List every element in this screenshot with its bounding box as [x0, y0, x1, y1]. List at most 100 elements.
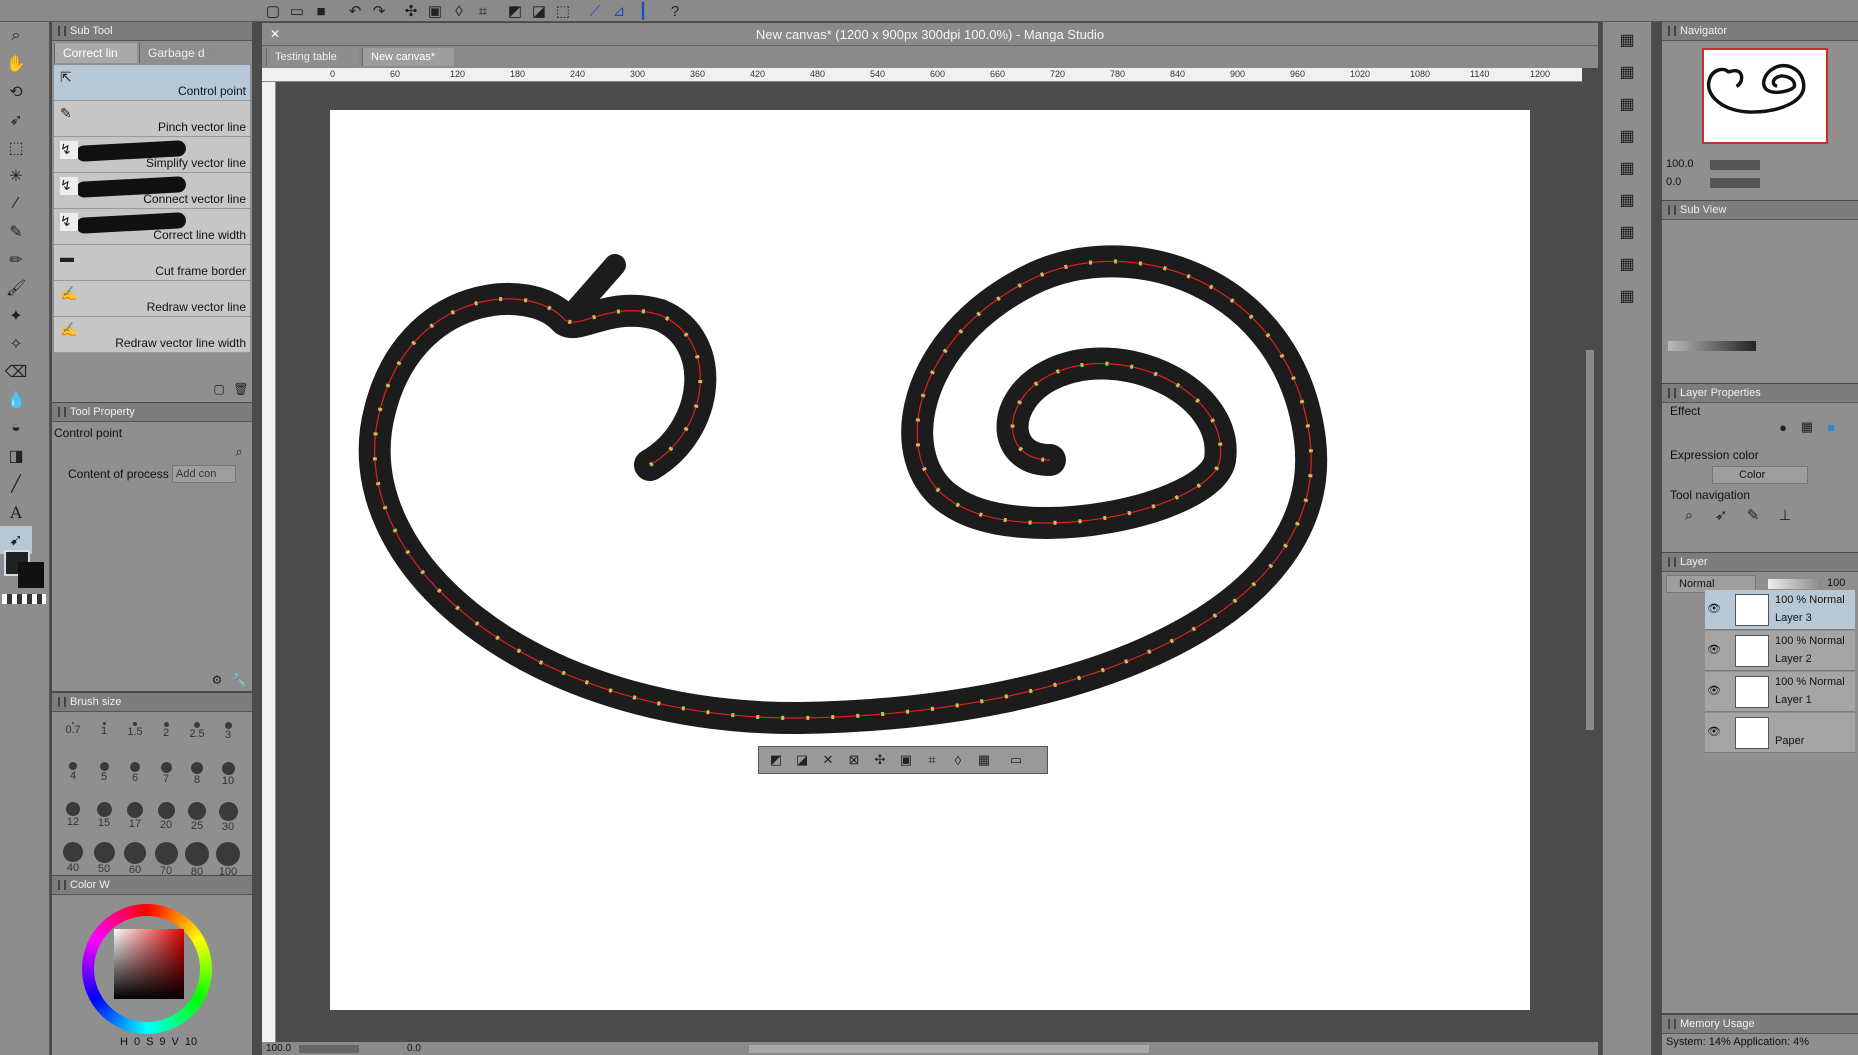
- gradient-icon[interactable]: ◨: [0, 442, 32, 470]
- add-subtool-icon[interactable]: ▢: [208, 378, 230, 400]
- navigator-zoom-slider[interactable]: [1710, 160, 1760, 170]
- layer-row[interactable]: 👁 100 % Normal Layer 2: [1705, 631, 1855, 671]
- expand-icon[interactable]: ✣: [869, 749, 891, 771]
- eye-icon[interactable]: 👁: [1707, 725, 1721, 738]
- text-tool-icon[interactable]: A: [0, 498, 32, 526]
- brush-size-cell[interactable]: 4: [58, 762, 88, 782]
- save-icon[interactable]: ■: [310, 0, 332, 22]
- fill-selection-icon[interactable]: ◪: [791, 749, 813, 771]
- tab-new-canvas[interactable]: New canvas*: [362, 48, 454, 66]
- navigator-angle[interactable]: 0.0: [1666, 176, 1681, 188]
- palette-toggle-icon[interactable]: ▦: [1611, 186, 1643, 214]
- brush-size-cell[interactable]: 1.5: [120, 722, 150, 738]
- tab-testing-table[interactable]: Testing table: [266, 48, 358, 66]
- line-tool-icon[interactable]: ╱: [0, 470, 32, 498]
- undo-icon[interactable]: ↶: [344, 0, 366, 22]
- scale-selection-icon[interactable]: ▣: [895, 749, 917, 771]
- subtool-item-redraw-width[interactable]: ✍ Redraw vector line width: [54, 317, 250, 353]
- brush-tool-icon[interactable]: 🖌: [0, 274, 32, 302]
- color-square[interactable]: [114, 929, 184, 999]
- brush-size-cell[interactable]: 7: [151, 762, 181, 785]
- subtool-item-redraw[interactable]: ✍ Redraw vector line: [54, 281, 250, 317]
- rotate-tool-icon[interactable]: ⟲: [0, 78, 32, 106]
- transform-selection-icon[interactable]: ⌗: [921, 749, 943, 771]
- subtool-item-pinch[interactable]: ✎ Pinch vector line: [54, 101, 250, 137]
- pencil-tool-icon[interactable]: ✏: [0, 246, 32, 274]
- palette-toggle-icon[interactable]: ▦: [1611, 26, 1643, 54]
- magic-wand-icon[interactable]: ✳: [0, 162, 32, 190]
- layer-row[interactable]: 👁 100 % Normal Layer 3: [1705, 590, 1855, 630]
- nav-tool-icon[interactable]: ⌕: [1678, 504, 1700, 526]
- brush-size-cell[interactable]: 20: [151, 802, 181, 831]
- brush-size-cell[interactable]: 70: [151, 842, 181, 877]
- eraser-tool-icon[interactable]: ◊: [448, 0, 470, 22]
- brush-size-cell[interactable]: 60: [120, 842, 150, 876]
- vector-snap-icon[interactable]: ⟋: [584, 0, 606, 22]
- pen-snap-icon[interactable]: ┃: [632, 0, 654, 22]
- palette-toggle-icon[interactable]: ▦: [1611, 122, 1643, 150]
- brush-size-cell[interactable]: 2: [151, 722, 181, 739]
- new-file-icon[interactable]: ▢: [262, 0, 284, 22]
- eye-icon[interactable]: 👁: [1707, 602, 1721, 615]
- brush-size-cell[interactable]: 17: [120, 802, 150, 830]
- transform-icon[interactable]: ✣: [400, 0, 422, 22]
- opacity-value[interactable]: 100: [1827, 577, 1845, 589]
- palette-toggle-icon[interactable]: ▦: [1611, 218, 1643, 246]
- brush-size-cell[interactable]: 1: [89, 722, 119, 737]
- redo-icon[interactable]: ↷: [368, 0, 390, 22]
- layer-row[interactable]: 👁 100 % Normal Layer 1: [1705, 672, 1855, 712]
- navigator-angle-slider[interactable]: [1710, 178, 1760, 188]
- subview-slider[interactable]: [1668, 341, 1756, 351]
- tone-effect-icon[interactable]: ▦: [1796, 416, 1818, 438]
- selection-tool-icon[interactable]: ⬚: [0, 134, 32, 162]
- subtool-item-simplify[interactable]: ↯ Simplify vector line: [54, 137, 250, 173]
- eyedropper-icon[interactable]: ⁄: [0, 190, 32, 218]
- erase-outside-icon[interactable]: ◊: [947, 749, 969, 771]
- nav-tool-icon[interactable]: ✎: [1742, 504, 1764, 526]
- tab-garbage[interactable]: Garbage d: [139, 43, 222, 63]
- subtool-item-connect[interactable]: ↯ Connect vector line: [54, 173, 250, 209]
- deselect-icon[interactable]: ✕: [817, 749, 839, 771]
- settings-bar-icon[interactable]: ▭: [1005, 749, 1027, 771]
- magnify-icon[interactable]: ⌕: [228, 441, 250, 463]
- eye-icon[interactable]: 👁: [1707, 684, 1721, 697]
- brush-size-cell[interactable]: 3: [213, 722, 243, 741]
- nav-tool-icon[interactable]: ➶: [1710, 504, 1732, 526]
- palette-toggle-icon[interactable]: ▦: [1611, 250, 1643, 278]
- zoom-readout[interactable]: 100.0: [266, 1043, 291, 1054]
- navigator-zoom[interactable]: 100.0: [1666, 158, 1694, 170]
- fill-bucket-icon[interactable]: ◒: [0, 414, 32, 442]
- invert-icon[interactable]: ⊠: [843, 749, 865, 771]
- tab-correct-line[interactable]: Correct lin: [54, 43, 137, 63]
- transparent-swatch[interactable]: [2, 594, 46, 604]
- object-tool-icon[interactable]: ➶: [0, 106, 32, 134]
- content-process-select[interactable]: Add con: [172, 465, 236, 483]
- close-canvas-icon[interactable]: ✕: [264, 23, 286, 45]
- brush-size-cell[interactable]: 30: [213, 802, 243, 833]
- layer-row[interactable]: 👁 Paper: [1705, 713, 1855, 753]
- sub-color-swatch[interactable]: [18, 562, 44, 588]
- select-all-icon[interactable]: ⬚: [552, 0, 574, 22]
- brush-size-cell[interactable]: 15: [89, 802, 119, 829]
- navigator-thumbnail[interactable]: [1702, 48, 1828, 144]
- palette-toggle-icon[interactable]: ▦: [1611, 90, 1643, 118]
- tone-icon[interactable]: ◪: [528, 0, 550, 22]
- brush-size-cell[interactable]: 5: [89, 762, 119, 783]
- border-effect-icon[interactable]: ●: [1772, 416, 1794, 438]
- nav-tool-icon[interactable]: ⊥: [1774, 504, 1796, 526]
- brush-size-cell[interactable]: 12: [58, 802, 88, 828]
- wrench-icon[interactable]: 🔧: [228, 669, 250, 691]
- eraser-icon[interactable]: ⌫: [0, 358, 32, 386]
- tone-selection-icon[interactable]: ▦: [973, 749, 995, 771]
- subtool-item-control-point[interactable]: ⇱ Control point: [54, 65, 250, 101]
- decoration-icon[interactable]: ✧: [0, 330, 32, 358]
- delete-subtool-icon[interactable]: 🗑: [230, 378, 252, 400]
- brush-size-cell[interactable]: 100: [213, 842, 243, 878]
- brush-size-cell[interactable]: 2.5: [182, 722, 212, 740]
- ruler-snap-icon[interactable]: ⊿: [608, 0, 630, 22]
- rotation-readout[interactable]: 0.0: [407, 1043, 421, 1054]
- brush-size-cell[interactable]: 0.7: [58, 722, 88, 736]
- hand-tool-icon[interactable]: ✋: [0, 50, 32, 78]
- brush-size-cell[interactable]: 6: [120, 762, 150, 784]
- clear-icon[interactable]: ◩: [765, 749, 787, 771]
